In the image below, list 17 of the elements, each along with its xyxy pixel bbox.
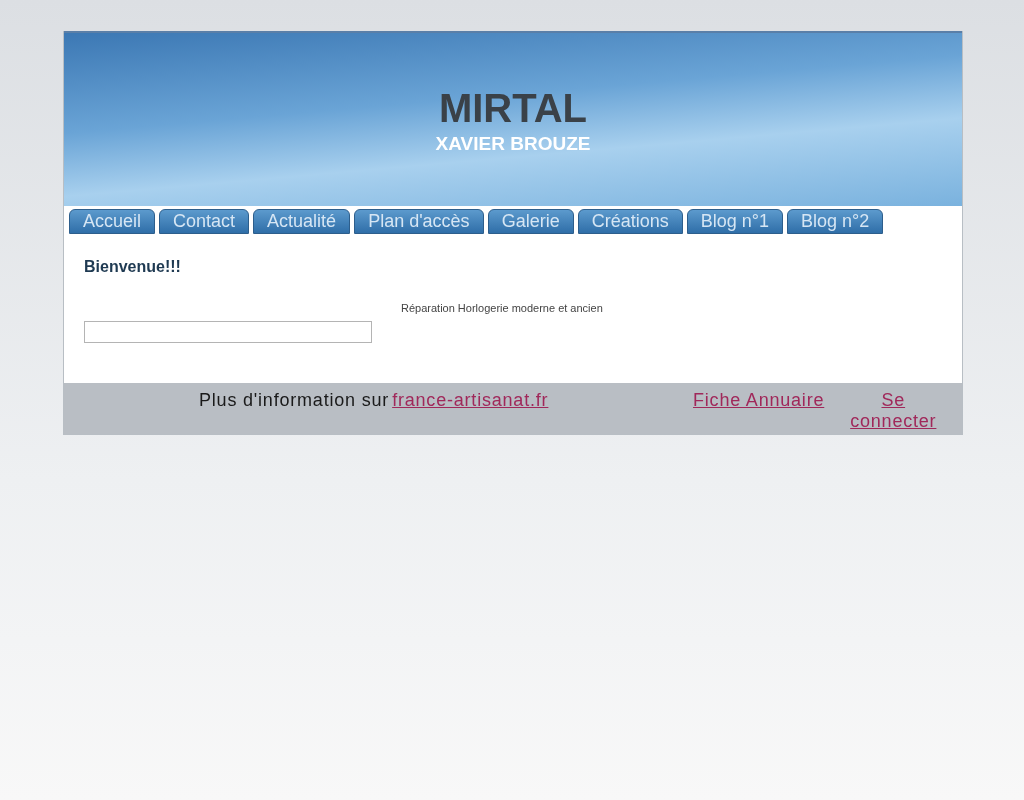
site-title: MIRTAL bbox=[437, 85, 589, 131]
nav-tab[interactable]: Plan d'accès bbox=[354, 209, 484, 234]
description-text: Réparation Horlogerie moderne et ancien bbox=[401, 302, 603, 314]
nav-tab[interactable]: Actualité bbox=[253, 209, 351, 234]
nav-tab[interactable]: Créations bbox=[577, 209, 683, 234]
nav-tab[interactable]: Contact bbox=[159, 209, 250, 234]
welcome-heading: Bienvenue!!! bbox=[84, 258, 182, 276]
site-subtitle: XAVIER BROUZE bbox=[434, 133, 592, 155]
artisanat-link[interactable]: france-artisanat.fr bbox=[392, 390, 549, 411]
directory-link[interactable]: Fiche Annuaire bbox=[693, 390, 825, 411]
nav-tab[interactable]: Blog n°1 bbox=[686, 209, 783, 234]
nav-tab[interactable]: Accueil bbox=[69, 209, 156, 234]
text-field[interactable] bbox=[84, 321, 372, 343]
nav-tab[interactable]: Galerie bbox=[487, 209, 574, 234]
info-text: Plus d'information sur bbox=[199, 390, 390, 411]
nav-tab[interactable]: Blog n°2 bbox=[786, 209, 884, 234]
login-link[interactable]: Se connecter bbox=[846, 390, 941, 432]
